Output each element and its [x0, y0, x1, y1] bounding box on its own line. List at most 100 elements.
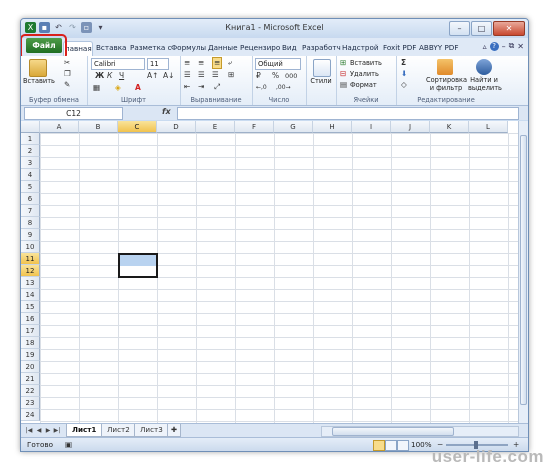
zoom-slider[interactable]: [446, 441, 508, 449]
zoom-level[interactable]: 100%: [411, 440, 432, 449]
row-header[interactable]: 23: [21, 397, 40, 409]
increase-indent-icon[interactable]: ⇥: [198, 82, 204, 92]
tab-insert[interactable]: Вставка: [96, 41, 126, 55]
align-left-icon[interactable]: ☰: [184, 70, 191, 80]
cut-icon[interactable]: ✂: [64, 58, 70, 68]
tab-review[interactable]: Рецензиро: [240, 41, 280, 55]
styles-icon[interactable]: [313, 59, 331, 77]
delete-cells-icon[interactable]: ⊟: [340, 69, 346, 79]
row-header[interactable]: 22: [21, 385, 40, 397]
find-select-button[interactable]: Найти и: [470, 76, 498, 84]
vertical-scroll-thumb[interactable]: [520, 135, 527, 405]
horizontal-scrollbar[interactable]: [321, 426, 519, 437]
tab-data[interactable]: Данные: [208, 41, 238, 55]
column-header[interactable]: C: [118, 121, 157, 133]
insert-function-button[interactable]: fx: [162, 107, 171, 116]
fill-icon[interactable]: ⬇: [401, 69, 407, 79]
thousands-button[interactable]: 000: [285, 71, 297, 81]
column-header[interactable]: F: [235, 121, 274, 133]
bold-button[interactable]: Ж: [95, 71, 104, 81]
sheet-tab-2[interactable]: Лист2: [101, 424, 136, 437]
vertical-scrollbar[interactable]: [518, 121, 528, 423]
prev-sheet-icon[interactable]: ◀: [35, 426, 43, 436]
wrap-text-icon[interactable]: ⤶: [228, 58, 232, 68]
row-header[interactable]: 3: [21, 157, 40, 169]
clear-icon[interactable]: ◇: [401, 80, 407, 90]
tab-foxit-pdf[interactable]: Foxit PDF: [383, 41, 416, 55]
decrease-indent-icon[interactable]: ⇤: [184, 82, 190, 92]
row-header[interactable]: 11: [21, 253, 40, 265]
align-right-icon[interactable]: ☰: [212, 70, 219, 80]
column-header[interactable]: G: [274, 121, 313, 133]
workbook-minimize-icon[interactable]: –: [502, 42, 506, 51]
tab-addins[interactable]: Надстрой: [342, 41, 379, 55]
row-header[interactable]: 8: [21, 217, 40, 229]
column-header[interactable]: I: [352, 121, 391, 133]
first-sheet-icon[interactable]: |◀: [25, 426, 33, 436]
column-header[interactable]: E: [196, 121, 235, 133]
delete-cells-button[interactable]: Удалить: [350, 70, 379, 78]
font-size-select[interactable]: 11: [147, 58, 169, 70]
tab-page-layout[interactable]: Разметка с: [130, 41, 172, 55]
column-header[interactable]: D: [157, 121, 196, 133]
row-header[interactable]: 17: [21, 325, 40, 337]
last-sheet-icon[interactable]: ▶|: [53, 426, 61, 436]
horizontal-scroll-thumb[interactable]: [332, 427, 454, 436]
sort-filter-icon[interactable]: [437, 59, 453, 75]
row-header[interactable]: 4: [21, 169, 40, 181]
active-cell[interactable]: [118, 253, 158, 278]
page-break-view-button[interactable]: [397, 440, 409, 451]
maximize-button[interactable]: □: [471, 21, 492, 36]
increase-font-icon[interactable]: A↑: [147, 71, 158, 81]
column-header[interactable]: B: [79, 121, 118, 133]
italic-button[interactable]: К: [107, 71, 112, 81]
sheet-tab-3[interactable]: Лист3: [134, 424, 169, 437]
row-header[interactable]: 21: [21, 373, 40, 385]
workbook-close-icon[interactable]: ✕: [517, 42, 524, 51]
workbook-restore-icon[interactable]: ⧉: [509, 41, 515, 51]
row-header[interactable]: 14: [21, 289, 40, 301]
format-painter-icon[interactable]: ✎: [64, 80, 70, 90]
macro-record-icon[interactable]: ▣: [65, 440, 72, 450]
worksheet-grid[interactable]: A B C D E F G H I J K L 1 2 3 4 5 6 7 8 9 10 11 12 13 14 15 16 17 18 1…: [21, 121, 518, 423]
paste-icon[interactable]: [29, 59, 47, 77]
align-top-icon[interactable]: ≡: [184, 58, 190, 68]
row-header[interactable]: 10: [21, 241, 40, 253]
row-header[interactable]: 19: [21, 349, 40, 361]
styles-button[interactable]: Стили: [307, 77, 335, 85]
next-sheet-icon[interactable]: ▶: [44, 426, 52, 436]
fill-color-icon[interactable]: ◈: [115, 83, 121, 93]
close-button[interactable]: ✕: [493, 21, 525, 36]
find-binoculars-icon[interactable]: [476, 59, 492, 75]
sheet-tab-1[interactable]: Лист1: [66, 424, 103, 437]
decrease-decimal-icon[interactable]: ,00→: [276, 83, 291, 93]
minimize-button[interactable]: –: [449, 21, 470, 36]
row-header[interactable]: 13: [21, 277, 40, 289]
paste-button[interactable]: Вставить: [23, 77, 55, 85]
tab-developer[interactable]: Разработч: [302, 41, 341, 55]
tab-home[interactable]: лавная: [63, 41, 93, 56]
column-header[interactable]: H: [313, 121, 352, 133]
column-header[interactable]: K: [430, 121, 469, 133]
borders-icon[interactable]: ▦: [93, 83, 100, 93]
copy-icon[interactable]: ❐: [64, 69, 71, 79]
column-header[interactable]: A: [40, 121, 79, 133]
currency-icon[interactable]: ₽: [256, 71, 261, 81]
help-icon[interactable]: ?: [489, 41, 499, 51]
column-header[interactable]: L: [469, 121, 508, 133]
page-layout-view-button[interactable]: [385, 440, 397, 451]
row-header[interactable]: 6: [21, 193, 40, 205]
increase-decimal-icon[interactable]: ←,0: [256, 83, 267, 93]
name-box[interactable]: C12: [24, 107, 123, 120]
row-header[interactable]: 7: [21, 205, 40, 217]
insert-cells-icon[interactable]: ⊞: [340, 58, 346, 68]
merge-cells-icon[interactable]: ⊞: [228, 70, 234, 80]
row-header[interactable]: 16: [21, 313, 40, 325]
row-header[interactable]: 2: [21, 145, 40, 157]
align-bottom-icon[interactable]: ≡: [212, 57, 223, 69]
format-cells-button[interactable]: Формат: [350, 81, 377, 89]
autosum-button[interactable]: Σ: [401, 58, 406, 68]
column-header[interactable]: J: [391, 121, 430, 133]
number-format-select[interactable]: Общий: [255, 58, 301, 70]
minimize-ribbon-icon[interactable]: ▵: [483, 42, 487, 51]
